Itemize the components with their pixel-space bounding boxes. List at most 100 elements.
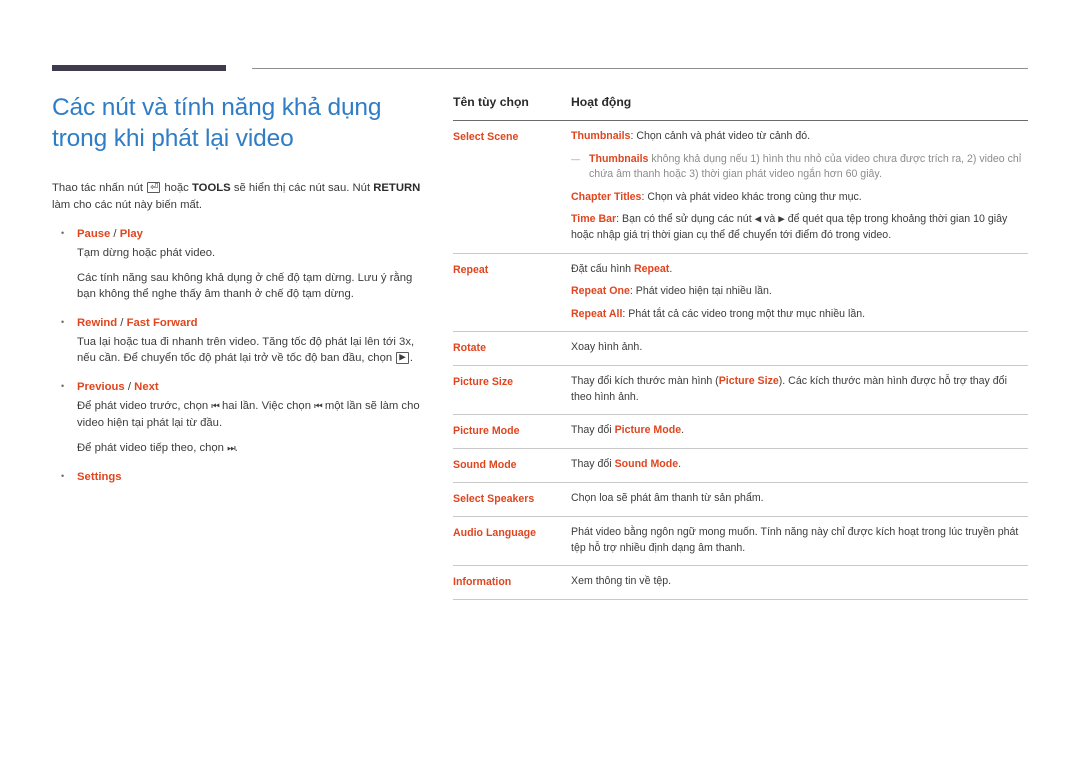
left-column: Các nút và tính năng khả dụng trong khi … <box>52 92 434 497</box>
keyword-picture-size: Picture Size <box>718 375 779 387</box>
enter-key-icon: ⏎ <box>147 182 161 193</box>
keyword-thumbnails: Thumbnails <box>571 130 631 142</box>
table-row: Repeat Đặt cấu hình Repeat. Repeat One: … <box>453 254 1028 332</box>
option-description: Thay đổi kích thước màn hình (Picture Si… <box>571 374 1028 405</box>
option-name: Information <box>453 576 512 588</box>
bullet-heading-second: Fast Forward <box>126 316 198 329</box>
bullet-text-e: . <box>234 441 238 454</box>
desc-paragraph: Thay đổi Picture Mode. <box>571 423 1028 439</box>
option-description: Đặt cấu hình Repeat. Repeat One: Phát vi… <box>571 262 1028 323</box>
column-header-option-name: Tên tùy chọn <box>453 95 529 109</box>
bullet-heading: Previous / Next <box>77 379 434 395</box>
desc-text: . <box>669 262 673 275</box>
desc-paragraph: Chapter Titles: Chọn và phát video khác … <box>571 190 1028 206</box>
desc-paragraph: Phát video bằng ngôn ngữ mong muốn. Tính… <box>571 526 1019 554</box>
desc-paragraph: Thumbnails: Chọn cảnh và phát video từ c… <box>571 129 1028 145</box>
keyword-time-bar: Time Bar <box>571 213 617 225</box>
option-name: Rotate <box>453 342 486 354</box>
bullet-heading-second: Play <box>119 228 143 240</box>
feature-bullet-list: Pause / Play Tạm dừng hoặc phát video. C… <box>52 225 434 485</box>
keyword-sound-mode: Sound Mode <box>614 458 679 470</box>
desc-paragraph: Time Bar: Bạn có thể sử dụng các nút ◀ v… <box>571 212 1028 244</box>
bullet-heading: Settings <box>77 471 122 483</box>
desc-prefix: Thay đổi kích thước màn hình ( <box>571 375 719 387</box>
option-name: Select Scene <box>453 131 519 143</box>
column-header-action: Hoạt động <box>571 95 632 109</box>
option-description: Thay đổi Picture Mode. <box>571 423 1028 439</box>
table-row: Audio Language Phát video bằng ngôn ngữ … <box>453 517 1028 566</box>
list-item-previous-next: Previous / Next Để phát video trước, chọ… <box>52 378 434 458</box>
option-description: Thumbnails: Chọn cảnh và phát video từ c… <box>571 129 1028 244</box>
header-divider-rule <box>252 68 1028 69</box>
accent-bar <box>52 65 226 71</box>
intro-paragraph: Thao tác nhấn nút ⏎ hoặc TOOLS sẽ hiển t… <box>52 180 434 213</box>
skip-previous-icon: ⏮ <box>211 400 220 412</box>
bullet-heading-separator: / <box>117 316 127 329</box>
play-button-icon: ▶ <box>396 352 409 364</box>
bullet-body-line: Tua lại hoặc tua đi nhanh trên video. Tă… <box>77 334 434 367</box>
keyword-thumbnails: Thumbnails <box>589 152 649 165</box>
keyword-repeat-one: Repeat One <box>571 285 630 297</box>
desc-paragraph: Xoay hình ảnh. <box>571 341 643 353</box>
list-item-rewind-fast-forward: Rewind / Fast Forward Tua lại hoặc tua đ… <box>52 314 434 367</box>
intro-text-3: sẽ hiển thị các nút sau. Nút <box>230 182 374 194</box>
desc-prefix: Đặt cấu hình <box>571 262 635 275</box>
keyword-repeat-all: Repeat All <box>571 307 623 320</box>
bullet-heading-first: Rewind <box>77 316 118 329</box>
desc-text: : Chọn cảnh và phát video từ cảnh đó. <box>630 130 811 142</box>
bullet-heading-separator: / <box>124 380 135 393</box>
desc-paragraph: Xem thông tin về tệp. <box>571 575 672 587</box>
desc-prefix: Thay đổi <box>571 424 615 436</box>
bullet-body-line: Tạm dừng hoặc phát video. <box>77 247 216 259</box>
keyword-picture-mode: Picture Mode <box>614 424 682 436</box>
intro-text-4: làm cho các nút này biến mất. <box>52 198 203 211</box>
bullet-heading-first: Pause <box>77 228 111 240</box>
table-row: Picture Size Thay đổi kích thước màn hìn… <box>453 366 1028 415</box>
option-description: Xoay hình ảnh. <box>571 340 1028 356</box>
table-header: Tên tùy chọn Hoạt động <box>453 95 1028 120</box>
bullet-text-after-icon: . <box>409 352 413 364</box>
table-row: Select Scene Thumbnails: Chọn cảnh và ph… <box>453 121 1028 254</box>
option-name: Sound Mode <box>453 459 517 471</box>
option-description: Xem thông tin về tệp. <box>571 574 1028 590</box>
list-item-settings: Settings <box>52 468 434 485</box>
bullet-heading-separator: / <box>110 228 120 240</box>
page-header-rules <box>0 0 1080 80</box>
option-description: Phát video bằng ngôn ngữ mong muốn. Tính… <box>571 525 1028 556</box>
desc-text-b: và <box>761 213 779 225</box>
option-name: Repeat <box>453 263 489 276</box>
return-key-label: RETURN <box>373 182 421 194</box>
keyword-repeat: Repeat <box>634 262 670 275</box>
bullet-text-b: hai lần. Việc chọn <box>218 399 315 412</box>
page-title: Các nút và tính năng khả dụng trong khi … <box>52 92 434 154</box>
table-row: Rotate Xoay hình ảnh. <box>453 332 1028 366</box>
desc-text: : Phát tắt cả các video trong một thư mụ… <box>622 307 866 320</box>
desc-text: . <box>681 424 685 436</box>
bullet-body-line: Để phát video trước, chọn ⏮ hai lần. Việ… <box>77 398 434 432</box>
options-table: Select Scene Thumbnails: Chọn cảnh và ph… <box>453 120 1028 600</box>
option-name: Select Speakers <box>453 493 535 505</box>
skip-previous-icon: ⏮ <box>314 400 323 412</box>
bullet-text-a: Để phát video trước, chọn <box>77 399 212 412</box>
intro-text-2: hoặc <box>161 182 192 194</box>
intro-text-1: Thao tác nhấn nút <box>52 182 147 194</box>
desc-text: : Phát video hiện tại nhiều lần. <box>629 285 772 297</box>
bullet-heading: Rewind / Fast Forward <box>77 315 434 331</box>
table-row: Sound Mode Thay đổi Sound Mode. <box>453 449 1028 483</box>
desc-paragraph: Thay đổi kích thước màn hình (Picture Si… <box>571 374 1028 405</box>
option-name: Picture Size <box>453 376 514 388</box>
table-row: Picture Mode Thay đổi Picture Mode. <box>453 415 1028 449</box>
desc-paragraph: Chọn loa sẽ phát âm thanh từ sản phẩm. <box>571 492 764 504</box>
bullet-heading-first: Previous <box>77 380 125 393</box>
desc-note: Thumbnails không khả dụng nếu 1) hình th… <box>571 152 1028 183</box>
table-row: Information Xem thông tin về tệp. <box>453 566 1028 600</box>
tools-key-label: TOOLS <box>191 182 231 194</box>
desc-paragraph: Đặt cấu hình Repeat. <box>571 262 1028 278</box>
desc-text: . <box>678 458 682 470</box>
option-description: Chọn loa sẽ phát âm thanh từ sản phẩm. <box>571 491 1028 507</box>
desc-text: : Chọn và phát video khác trong cùng thư… <box>641 190 862 203</box>
bullet-text-before-icon: Tua lại hoặc tua đi nhanh trên video. Tă… <box>77 335 415 365</box>
bullet-body-line: Để phát video tiếp theo, chọn ⏭. <box>77 440 434 458</box>
option-name: Picture Mode <box>453 425 520 437</box>
option-name: Audio Language <box>453 527 536 539</box>
